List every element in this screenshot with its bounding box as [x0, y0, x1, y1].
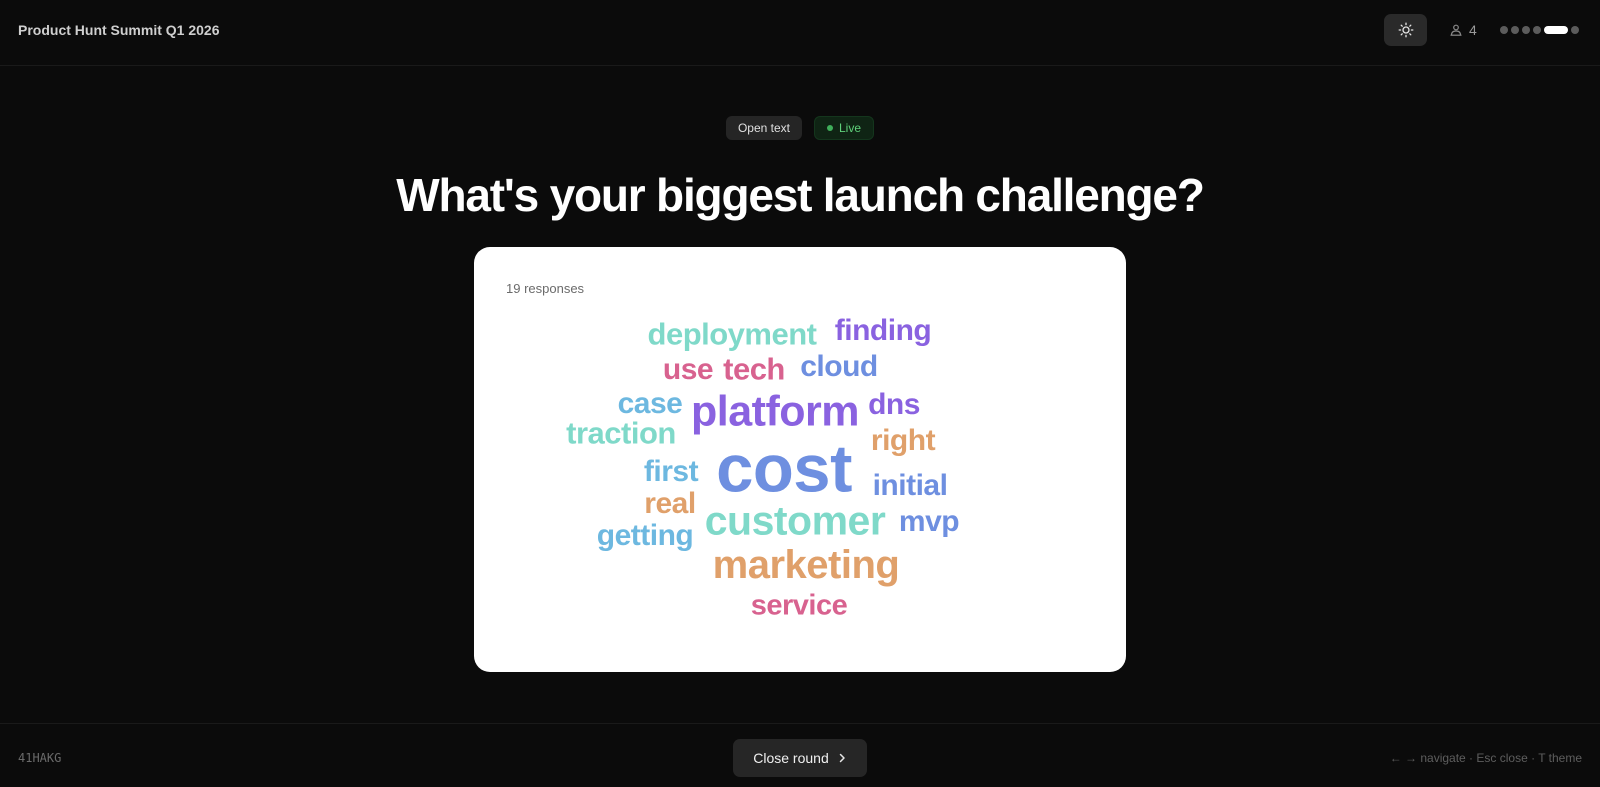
cloud-word: use: [662, 353, 714, 386]
live-indicator-dot: [827, 125, 833, 131]
status-label: Live: [839, 121, 862, 135]
cloud-word: cost: [716, 431, 852, 507]
progress-dot-current[interactable]: [1544, 26, 1568, 34]
cloud-word: dns: [868, 388, 920, 421]
status-badge: Live: [814, 116, 875, 140]
progress-dot[interactable]: [1533, 26, 1541, 34]
cloud-word: right: [870, 424, 936, 457]
keyboard-shortcuts-hint: ← → navigate · Esc close · T theme: [1389, 751, 1582, 765]
question-type-badge: Open text: [725, 116, 802, 140]
sun-icon: [1398, 22, 1413, 38]
question-title: What's your biggest launch challenge?: [396, 169, 1205, 221]
participant-count: 4: [1449, 22, 1477, 38]
participants-icon: [1450, 24, 1462, 36]
cloud-word: tech: [723, 351, 785, 387]
cloud-word: traction: [566, 415, 676, 451]
wordcloud-card: 19 responses deployment finding use tech…: [474, 247, 1126, 672]
cloud-word: finding: [834, 314, 932, 347]
cloud-word: customer: [704, 497, 886, 544]
word-cloud: deployment finding use tech cloud case p…: [474, 247, 1126, 672]
progress-dot[interactable]: [1511, 26, 1519, 34]
progress-dot[interactable]: [1522, 26, 1530, 34]
theme-toggle-button[interactable]: [1384, 14, 1427, 46]
question-type-label: Open text: [737, 121, 790, 135]
bottom-bar: 41HAKG Close round ← → navigate · Esc cl…: [0, 723, 1600, 787]
room-code: 41HAKG: [18, 751, 62, 765]
cloud-word: first: [643, 455, 699, 488]
cloud-word: real: [644, 487, 696, 520]
question-badges: Open text Live: [0, 116, 1600, 140]
progress-dot[interactable]: [1500, 26, 1508, 34]
cloud-word: initial: [872, 469, 948, 502]
progress-dot[interactable]: [1571, 26, 1579, 34]
close-round-button[interactable]: Close round: [733, 739, 867, 777]
cloud-word: getting: [596, 519, 694, 552]
top-bar: Product Hunt Summit Q1 2026 4: [0, 0, 1600, 66]
participant-count-value: 4: [1469, 22, 1477, 38]
cloud-word: marketing: [712, 543, 900, 587]
cloud-word: cloud: [800, 350, 878, 383]
close-round-label: Close round: [753, 750, 829, 766]
cloud-word: mvp: [898, 505, 960, 538]
cloud-word: deployment: [647, 316, 817, 352]
slide-progress: [1500, 26, 1579, 34]
chevron-right-icon: [839, 753, 845, 763]
event-title: Product Hunt Summit Q1 2026: [18, 22, 220, 38]
cloud-word: platform: [691, 387, 860, 436]
cloud-word: service: [750, 589, 848, 622]
cloud-word: case: [617, 387, 683, 420]
